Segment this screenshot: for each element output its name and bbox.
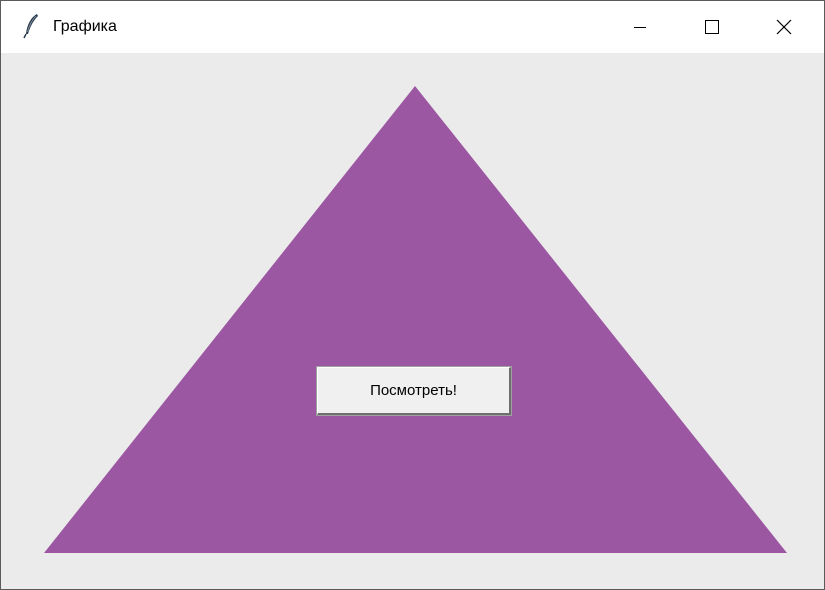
canvas-area: Посмотреть! [1, 53, 824, 589]
minimize-button[interactable] [605, 1, 675, 53]
drawing-canvas [44, 86, 787, 553]
minimize-icon [634, 27, 646, 28]
window-title: Графика [53, 18, 117, 35]
title-bar[interactable]: Графика [1, 1, 824, 53]
feather-icon [23, 14, 38, 39]
look-button[interactable]: Посмотреть! [316, 366, 512, 416]
close-button[interactable] [749, 1, 819, 53]
maximize-button[interactable] [677, 1, 747, 53]
maximize-icon [705, 20, 719, 34]
app-window: Графика Посмотреть! [0, 0, 825, 590]
close-icon [776, 19, 792, 35]
triangle-shape [44, 86, 787, 553]
